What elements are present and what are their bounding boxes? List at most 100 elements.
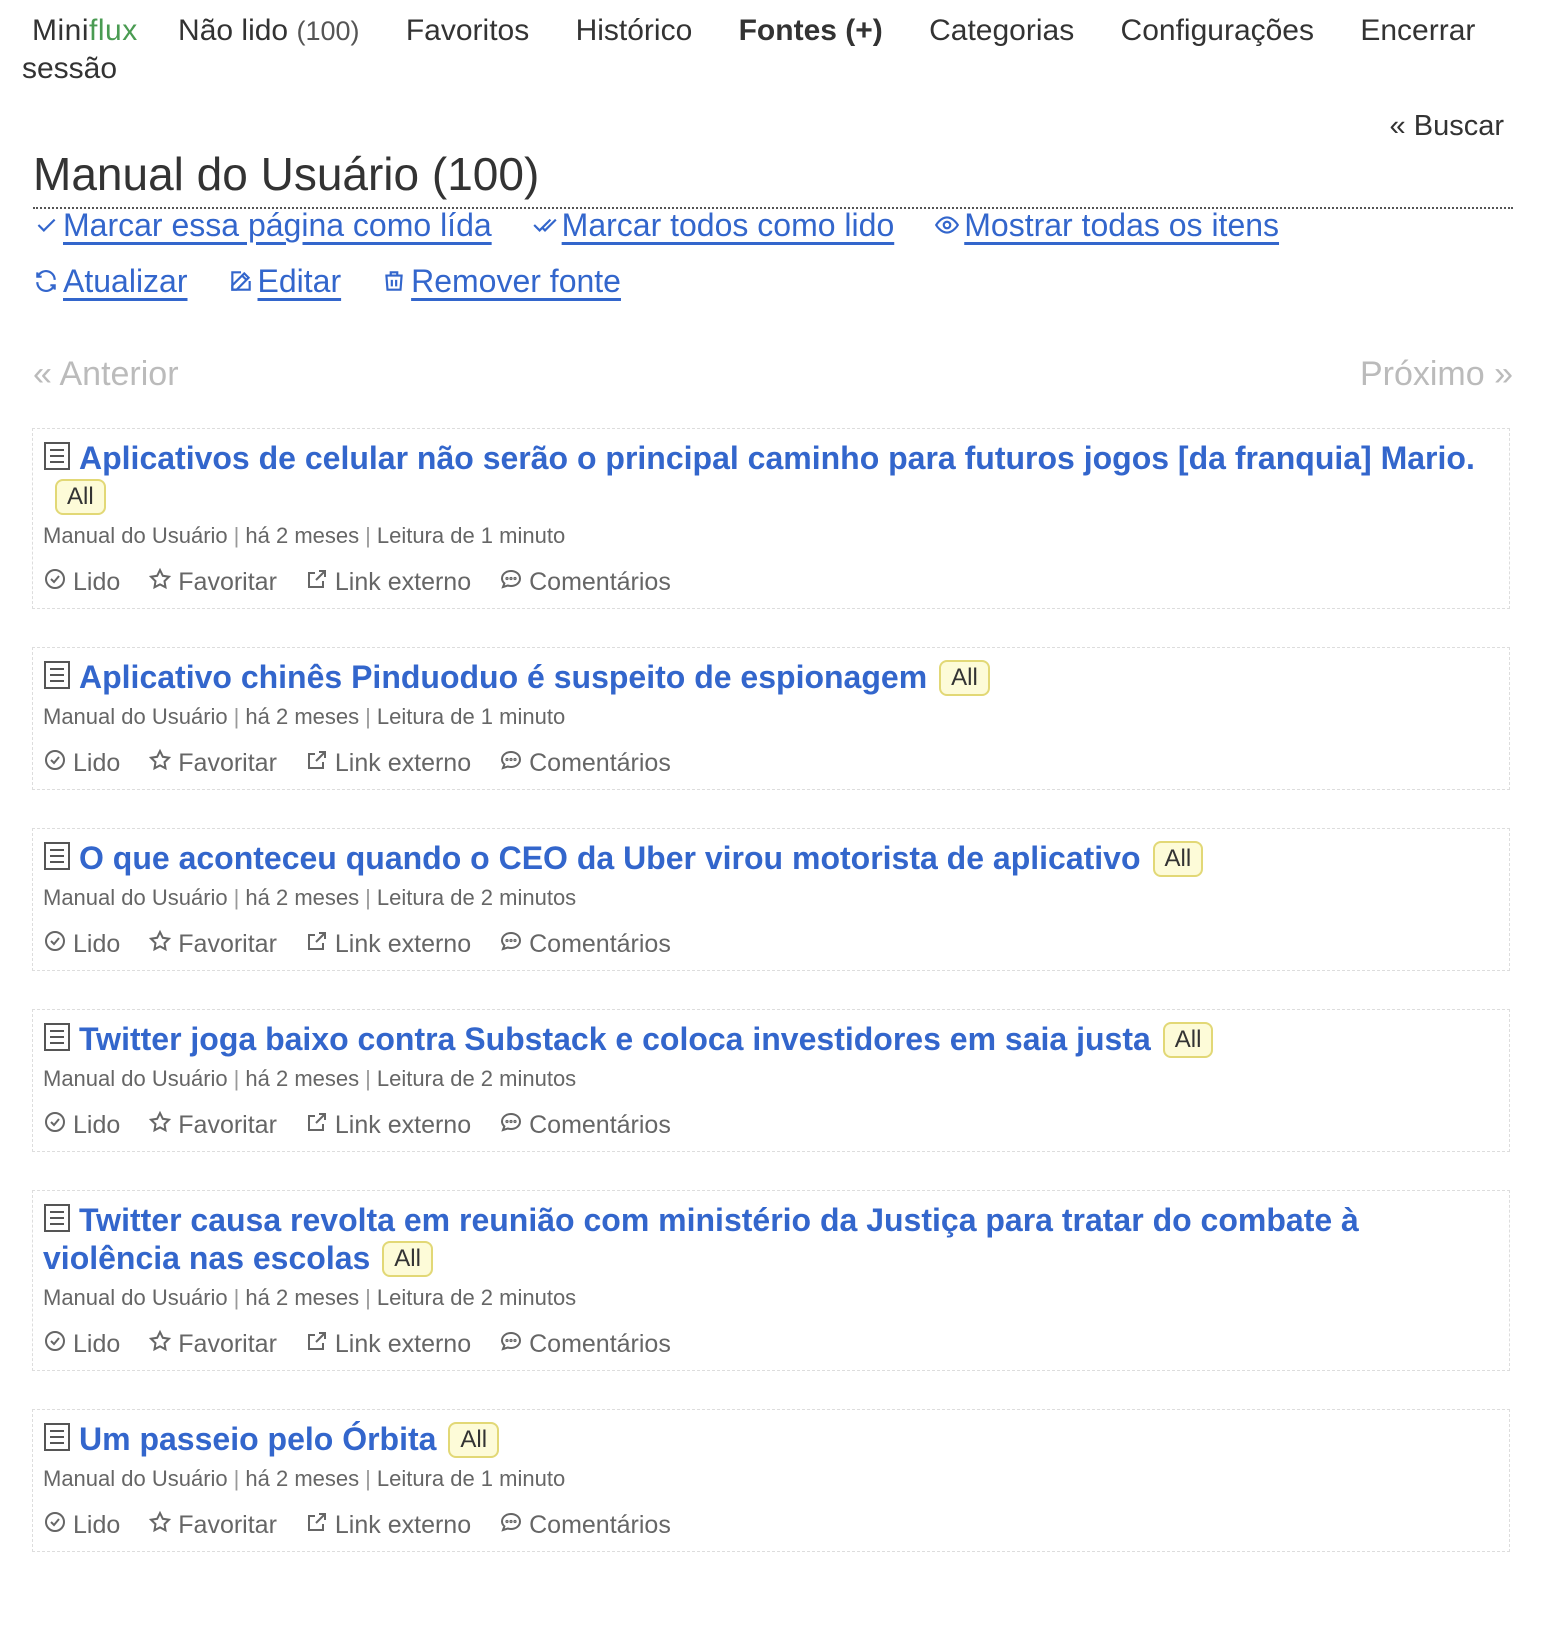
external-link-button[interactable]: Link externo	[305, 929, 471, 960]
entry-title: Twitter causa revolta em reunião com min…	[43, 1201, 1499, 1277]
logo-mini-text: Mini	[32, 14, 90, 47]
comment-icon	[499, 748, 529, 779]
entry-meta: Manual do Usuário | há 2 meses | Leitura de …	[43, 702, 1499, 732]
entry-title-link[interactable]: Twitter joga baixo contra Substack e col…	[79, 1021, 1151, 1057]
nav-settings[interactable]: Configurações	[1121, 14, 1314, 47]
document-icon	[43, 660, 71, 690]
category-tag[interactable]: All	[939, 660, 990, 696]
mark-read-label: Lido	[73, 1111, 121, 1139]
entry-title-link[interactable]: O que aconteceu quando o CEO da Uber vir…	[79, 840, 1141, 876]
external-link-button[interactable]: Link externo	[305, 1110, 471, 1141]
mark-all-read-label: Marcar todos como lido	[561, 207, 895, 243]
comments-button[interactable]: Comentários	[499, 1110, 671, 1141]
entry-feed-name[interactable]: Manual do Usuário	[43, 1066, 228, 1091]
mark-all-read-button[interactable]: Marcar todos como lido	[532, 205, 895, 245]
entry-actions: Lido Favoritar Link externo Comentários	[43, 1329, 1499, 1360]
entry-feed-name[interactable]: Manual do Usuário	[43, 1285, 228, 1310]
meta-separator: |	[233, 885, 240, 910]
external-link-icon	[305, 1329, 335, 1360]
comments-label: Comentários	[529, 1330, 671, 1358]
entry-item: Twitter causa revolta em reunião com min…	[32, 1190, 1510, 1371]
show-all-button[interactable]: Mostrar todas os itens	[934, 205, 1279, 245]
meta-separator: |	[365, 885, 371, 910]
meta-separator: |	[365, 1285, 371, 1310]
pagination-previous: « Anterior	[33, 355, 179, 393]
entry-actions: Lido Favoritar Link externo Comentários	[43, 1110, 1499, 1141]
comments-button[interactable]: Comentários	[499, 748, 671, 779]
category-tag[interactable]: All	[382, 1241, 433, 1277]
entry-feed-name[interactable]: Manual do Usuário	[43, 704, 228, 729]
external-link-button[interactable]: Link externo	[305, 567, 471, 598]
nav-unread-label: Não lido	[178, 14, 289, 47]
remove-feed-button[interactable]: Remover fonte	[381, 261, 621, 301]
entry-title-link[interactable]: Twitter causa revolta em reunião com min…	[43, 1202, 1359, 1276]
star-button[interactable]: Favoritar	[148, 567, 277, 598]
entry-title-link[interactable]: Um passeio pelo Órbita	[79, 1421, 436, 1457]
category-tag[interactable]: All	[55, 479, 106, 515]
edit-feed-button[interactable]: Editar	[228, 261, 341, 301]
external-link-button[interactable]: Link externo	[305, 1510, 471, 1541]
category-tag[interactable]: All	[448, 1422, 500, 1458]
nav-feeds[interactable]: Fontes (+)	[739, 14, 883, 47]
nav-starred[interactable]: Favoritos	[406, 14, 529, 47]
nav-unread[interactable]: Não lido (100)	[178, 14, 359, 47]
entry-feed-name[interactable]: Manual do Usuário	[43, 523, 228, 548]
refresh-icon	[36, 270, 56, 292]
entry-date: há 2 meses	[245, 1285, 360, 1310]
mark-read-button[interactable]: Lido	[43, 1510, 120, 1541]
document-icon	[43, 1022, 71, 1052]
check-circle-icon	[43, 1510, 73, 1541]
star-label: Favoritar	[178, 749, 277, 777]
trash-icon	[385, 271, 403, 291]
meta-separator: |	[365, 523, 371, 548]
comments-label: Comentários	[529, 1111, 671, 1139]
comment-icon	[499, 1510, 529, 1541]
entry-feed-name[interactable]: Manual do Usuário	[43, 1466, 228, 1491]
comments-button[interactable]: Comentários	[499, 1329, 671, 1360]
entry-item: O que aconteceu quando o CEO da Uber vir…	[32, 828, 1510, 971]
entry-date: há 2 meses	[245, 523, 360, 548]
category-tag[interactable]: All	[1152, 841, 1204, 877]
check-circle-icon	[43, 1110, 73, 1141]
comments-button[interactable]: Comentários	[499, 1510, 671, 1541]
star-button[interactable]: Favoritar	[148, 1110, 277, 1141]
mark-page-read-button[interactable]: Marcar essa página como lída	[33, 205, 492, 245]
entry-title-link[interactable]: Aplicativo chinês Pinduoduo é suspeito d…	[79, 659, 927, 695]
mark-read-button[interactable]: Lido	[43, 748, 120, 779]
mark-read-button[interactable]: Lido	[43, 567, 120, 598]
nav-history[interactable]: Histórico	[576, 14, 693, 47]
mark-read-button[interactable]: Lido	[43, 1329, 120, 1360]
mark-page-read-label: Marcar essa página como lída	[63, 207, 492, 243]
check-circle-icon	[43, 1329, 73, 1360]
entry-feed-name[interactable]: Manual do Usuário	[43, 885, 228, 910]
external-link-label: Link externo	[334, 749, 472, 777]
entry-item: Um passeio pelo Órbita All Manual do Usuár…	[32, 1409, 1510, 1552]
entry-title-link[interactable]: Aplicativos de celular não serão o princ…	[79, 440, 1475, 476]
external-link-button[interactable]: Link externo	[305, 1329, 471, 1360]
entry-reading-time: Leitura de 2 minutos	[376, 1066, 577, 1091]
star-button[interactable]: Favoritar	[148, 1510, 277, 1541]
star-button[interactable]: Favoritar	[148, 929, 277, 960]
star-label: Favoritar	[178, 568, 277, 596]
entry-meta: Manual do Usuário | há 2 meses | Leitura de …	[43, 1064, 1499, 1094]
mark-read-button[interactable]: Lido	[43, 1110, 120, 1141]
nav-categories[interactable]: Categorias	[929, 14, 1074, 47]
refresh-label: Atualizar	[63, 263, 188, 299]
mark-read-label: Lido	[73, 1330, 121, 1358]
external-link-button[interactable]: Link externo	[305, 748, 471, 779]
entry-meta: Manual do Usuário | há 2 meses | Leitura de …	[43, 883, 1499, 913]
comments-button[interactable]: Comentários	[499, 929, 671, 960]
star-button[interactable]: Favoritar	[148, 1329, 277, 1360]
refresh-button[interactable]: Atualizar	[33, 261, 188, 301]
star-button[interactable]: Favoritar	[148, 748, 277, 779]
mark-read-button[interactable]: Lido	[43, 929, 120, 960]
comments-button[interactable]: Comentários	[499, 567, 671, 598]
external-link-icon	[305, 748, 335, 779]
external-link-label: Link externo	[334, 568, 472, 596]
meta-separator: |	[233, 523, 240, 548]
search-toggle-link[interactable]: « Buscar	[1390, 110, 1504, 143]
entry-date: há 2 meses	[245, 1066, 360, 1091]
pagination-next: Próximo »	[1359, 355, 1513, 393]
category-tag[interactable]: All	[1162, 1022, 1214, 1058]
app-logo[interactable]: Miniflux	[32, 14, 138, 47]
